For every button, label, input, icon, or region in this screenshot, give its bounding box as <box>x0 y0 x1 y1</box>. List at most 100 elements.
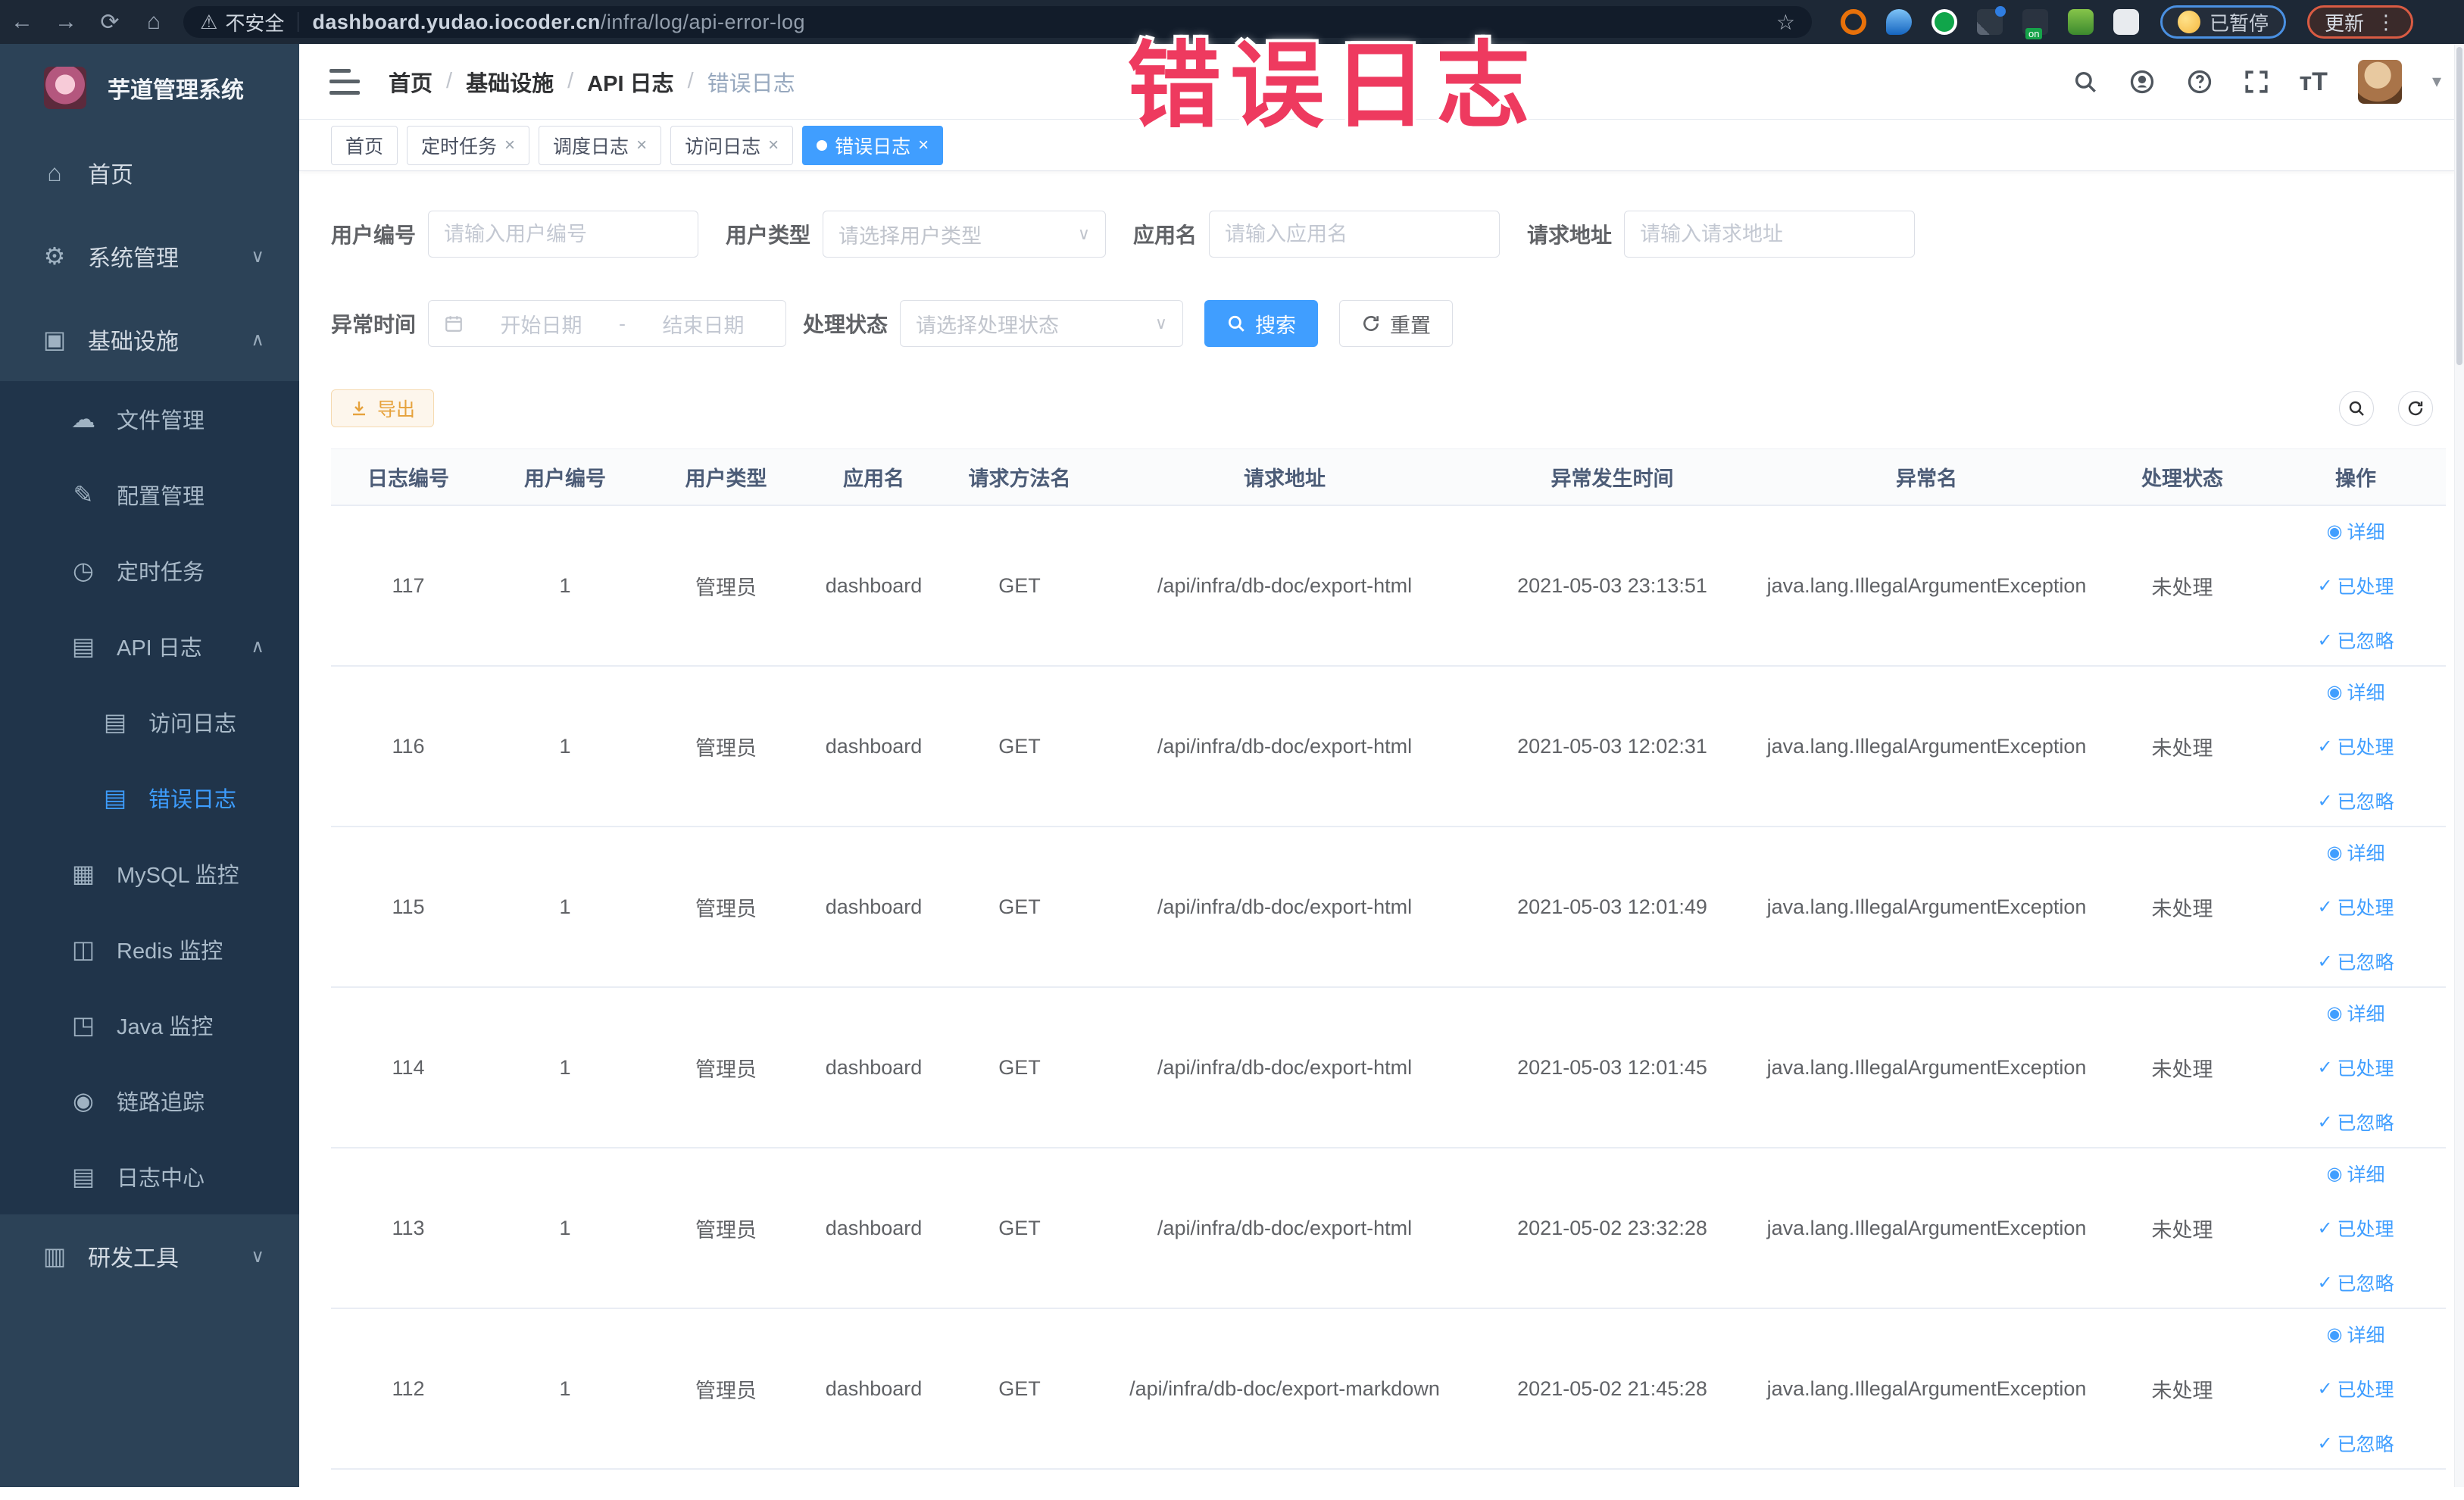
extension-switch-on-icon[interactable] <box>2022 9 2048 39</box>
font-size-icon[interactable]: тT <box>2300 69 2328 95</box>
user-id-input[interactable] <box>444 222 683 246</box>
mark-processed-link[interactable]: ✓ 已处理 <box>2317 733 2394 760</box>
detail-link[interactable]: ◉ 详细 <box>2327 1320 2385 1348</box>
page-url[interactable]: dashboard.yudao.iocoder.cn/infra/log/api… <box>312 11 805 34</box>
app-name-input[interactable] <box>1225 222 1485 246</box>
mark-processed-link[interactable]: ✓ 已处理 <box>2317 1054 2394 1081</box>
tag-item[interactable]: 定时任务 × <box>407 125 530 165</box>
url-path: /infra/log/api-error-log <box>600 10 806 33</box>
tag-item[interactable]: 访问日志 × <box>670 125 794 165</box>
sidebar-menu-item[interactable]: ☁ 文件管理 <box>0 381 299 457</box>
browser-home-icon[interactable]: ⌂ <box>132 9 176 35</box>
mark-processed-link[interactable]: ✓ 已处理 <box>2317 893 2394 920</box>
tag-close-icon[interactable]: × <box>768 136 779 155</box>
column-header: 请求地址 <box>1244 467 1326 490</box>
sidebar-menu-item[interactable]: ◫ Redis 监控 <box>0 911 299 987</box>
detail-link[interactable]: ◉ 详细 <box>2327 999 2385 1027</box>
sidebar-menu-item[interactable]: ✎ 配置管理 <box>0 457 299 533</box>
start-date-placeholder[interactable]: 开始日期 <box>474 309 608 339</box>
browser-menu-kebab-icon[interactable]: ⋮ <box>2376 11 2396 34</box>
cell-exception-time: 2021-05-03 12:02:31 <box>1517 734 1707 758</box>
mark-ignored-link[interactable]: ✓ 已忽略 <box>2317 1108 2394 1136</box>
browser-reload-icon[interactable]: ⟳ <box>88 9 132 36</box>
process-status-select[interactable]: 请选择处理状态 ∨ <box>900 300 1184 347</box>
bookmark-star-icon[interactable]: ☆ <box>1776 10 1795 35</box>
mark-processed-link[interactable]: ✓ 已处理 <box>2317 572 2394 599</box>
address-bar[interactable]: ⚠ 不安全 dashboard.yudao.iocoder.cn/infra/l… <box>183 6 1812 38</box>
browser-forward-icon[interactable]: → <box>44 9 88 35</box>
extensions-puzzle-icon[interactable] <box>2113 9 2139 35</box>
user-type-select[interactable]: 请选择用户类型 ∨ <box>823 211 1107 258</box>
extension-adblock-icon[interactable] <box>1841 9 1866 35</box>
sidebar-menu-item[interactable]: ◷ 定时任务 <box>0 533 299 608</box>
sidebar-menu-item[interactable]: ▦ MySQL 监控 <box>0 836 299 911</box>
mark-ignored-link[interactable]: ✓ 已忽略 <box>2317 948 2394 975</box>
breadcrumb-item[interactable]: 基础设施 <box>466 66 554 98</box>
help-icon[interactable] <box>2186 68 2213 95</box>
mark-processed-link[interactable]: ✓ 已处理 <box>2317 1214 2394 1242</box>
browser-update-button[interactable]: 更新 ⋮ <box>2307 5 2414 39</box>
mark-ignored-link[interactable]: ✓ 已忽略 <box>2317 627 2394 654</box>
cell-user-id: 1 <box>559 1055 571 1079</box>
sidebar-menu-item[interactable]: ▤ 错误日志 <box>0 760 299 836</box>
detail-link[interactable]: ◉ 详细 <box>2327 517 2385 545</box>
tag-close-icon[interactable]: × <box>504 136 515 155</box>
tag-item[interactable]: 首页 <box>331 125 398 165</box>
extension-vpn-icon[interactable] <box>1886 9 1912 35</box>
detail-link[interactable]: ◉ 详细 <box>2327 1160 2385 1187</box>
user-avatar[interactable] <box>2357 59 2402 104</box>
reset-button[interactable]: 重置 <box>1339 300 1454 347</box>
sidebar-menu-item[interactable]: ▤ 日志中心 <box>0 1139 299 1214</box>
browser-back-icon[interactable]: ← <box>0 9 44 35</box>
search-button[interactable]: 搜索 <box>1204 300 1319 347</box>
extension-plant-icon[interactable] <box>2068 9 2094 35</box>
cell-log-id: 116 <box>392 734 425 758</box>
tag-item[interactable]: 错误日志 × <box>802 125 944 165</box>
end-date-placeholder[interactable]: 结束日期 <box>636 309 770 339</box>
sidebar-menu-item[interactable]: ⌂ 首页 <box>0 131 299 214</box>
mark-processed-link[interactable]: ✓ 已处理 <box>2317 1375 2394 1402</box>
exception-time-range-picker[interactable]: 开始日期 - 结束日期 <box>428 300 787 347</box>
scrollbar-thumb[interactable] <box>2456 47 2462 365</box>
tag-close-icon[interactable]: × <box>918 136 929 155</box>
sidebar-menu-item[interactable]: ◳ Java 监控 <box>0 987 299 1063</box>
sidebar-collapse-icon[interactable] <box>329 68 360 95</box>
cell-log-id: 117 <box>392 573 425 597</box>
tag-label: 访问日志 <box>685 136 761 158</box>
main-panel: 首页 / 基础设施 / API 日志 / 错误日志 тT ▾ 首页 定时任务 ×… <box>299 44 2464 1487</box>
column-header: 用户编号 <box>524 467 606 490</box>
fullscreen-icon[interactable] <box>2244 69 2269 95</box>
sidebar-menu-item[interactable]: ⚙ 系统管理 ∨ <box>0 214 299 298</box>
detail-link[interactable]: ◉ 详细 <box>2327 839 2385 866</box>
home-icon: ⌂ <box>47 158 62 186</box>
toggle-search-icon-button[interactable] <box>2339 391 2374 426</box>
github-icon[interactable] <box>2128 68 2156 95</box>
mark-ignored-link[interactable]: ✓ 已忽略 <box>2317 1430 2394 1457</box>
mark-ignored-link[interactable]: ✓ 已忽略 <box>2317 1269 2394 1296</box>
sidebar-menu-item[interactable]: ▤ 访问日志 <box>0 684 299 760</box>
paused-badge[interactable]: 已暂停 <box>2160 5 2287 39</box>
tag-item[interactable]: 调度日志 × <box>539 125 662 165</box>
window-scrollbar[interactable] <box>2454 44 2464 1487</box>
sidebar-menu-item[interactable]: ▤ API 日志 ∧ <box>0 608 299 684</box>
export-button[interactable]: 导出 <box>331 389 435 427</box>
tag-close-icon[interactable]: × <box>636 136 647 155</box>
sidebar-menu-item[interactable]: ▣ 基础设施 ∧ <box>0 298 299 381</box>
refresh-icon-button[interactable] <box>2398 391 2433 426</box>
avatar-caret-icon[interactable]: ▾ <box>2432 70 2441 92</box>
breadcrumb-item[interactable]: API 日志 <box>587 66 673 98</box>
sidebar-logo-row[interactable]: 芋道管理系统 <box>0 44 299 131</box>
request-url-input[interactable] <box>1640 222 1900 246</box>
sidebar-item-label: 链路追踪 <box>117 1091 205 1115</box>
sidebar-item-label: 日志中心 <box>117 1167 205 1191</box>
sidebar-menu-item[interactable]: ◉ 链路追踪 <box>0 1063 299 1139</box>
mark-ignored-link[interactable]: ✓ 已忽略 <box>2317 787 2394 814</box>
breadcrumb-item[interactable]: 首页 <box>389 66 433 98</box>
sidebar-menu-item[interactable]: ▥ 研发工具 ∨ <box>0 1214 299 1298</box>
extension-grid-icon[interactable] <box>1977 6 2006 35</box>
detail-link[interactable]: ◉ 详细 <box>2327 678 2385 705</box>
search-icon[interactable] <box>2072 69 2098 95</box>
security-warning-icon: ⚠ <box>200 10 218 33</box>
extension-green-icon[interactable] <box>1932 9 1957 35</box>
security-label[interactable]: 不安全 <box>225 8 284 36</box>
